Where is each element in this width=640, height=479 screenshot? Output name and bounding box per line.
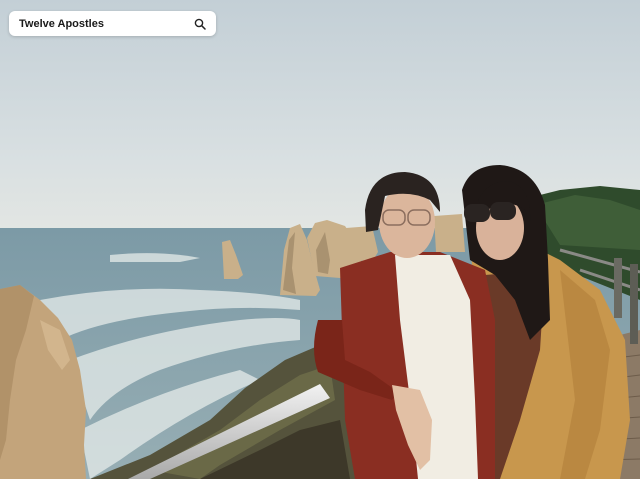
search-icon — [194, 18, 206, 30]
scene-photo — [0, 0, 640, 479]
search-button[interactable] — [192, 16, 208, 32]
search-input[interactable] — [19, 13, 192, 34]
search-bar[interactable] — [9, 11, 216, 36]
